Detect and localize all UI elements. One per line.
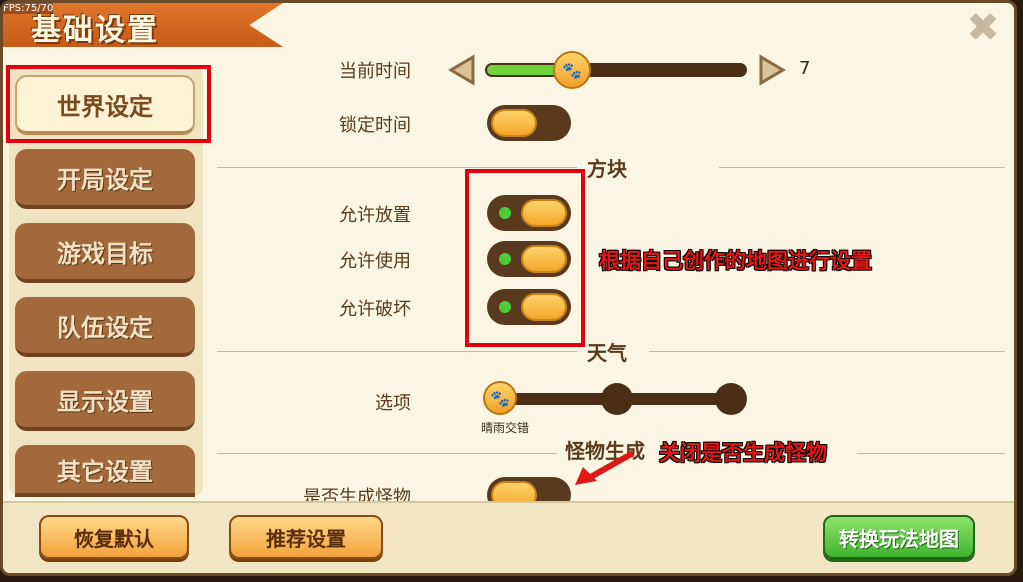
sidebar-item-start-settings[interactable]: 开局设定 — [15, 149, 195, 209]
close-button[interactable]: ✖ — [966, 5, 1000, 51]
section-title-blocks: 方块 — [587, 157, 627, 181]
weather-option-label: 选项 — [375, 393, 411, 414]
weather-stop[interactable] — [601, 383, 633, 415]
divider — [649, 351, 1005, 352]
sidebar-item-other-settings[interactable]: 其它设置 — [15, 445, 195, 497]
lock-time-label: 锁定时间 — [339, 115, 411, 136]
divider — [857, 453, 1005, 454]
annotation-monster-note: 关闭是否生成怪物 — [659, 441, 827, 465]
divider — [719, 167, 1005, 168]
paw-icon: 🐾 — [490, 388, 510, 408]
toggle-knob — [491, 109, 537, 137]
time-slider-handle[interactable]: 🐾 — [553, 51, 591, 89]
divider — [217, 351, 577, 352]
divider — [217, 167, 577, 168]
annotation-arrow-icon — [575, 450, 635, 485]
section-title-weather: 天气 — [587, 341, 627, 365]
allow-use-label: 允许使用 — [339, 251, 411, 272]
fps-counter: FPS:75/70 — [3, 3, 54, 14]
time-slider-fill — [487, 65, 559, 75]
allow-place-label: 允许放置 — [339, 205, 411, 226]
sidebar-item-display-settings[interactable]: 显示设置 — [15, 371, 195, 431]
allow-break-label: 允许破坏 — [339, 299, 411, 320]
paw-icon: 🐾 — [562, 60, 582, 80]
settings-panel: 基础设置 FPS:75/70 ✖ 世界设定 开局设定 游戏目标 队伍设定 显示设… — [0, 0, 1017, 576]
weather-slider-handle[interactable]: 🐾 — [483, 381, 517, 415]
slider-right-arrow-icon[interactable] — [757, 53, 787, 87]
highlight-box-blocks — [465, 169, 585, 347]
switch-map-button[interactable]: 转换玩法地图 — [823, 515, 975, 559]
lock-time-toggle[interactable] — [487, 105, 571, 141]
annotation-blocks-note: 根据自己创作的地图进行设置 — [599, 249, 872, 273]
close-icon: ✖ — [966, 5, 1000, 51]
current-time-label: 当前时间 — [339, 61, 411, 82]
weather-stop[interactable] — [715, 383, 747, 415]
sidebar-item-game-goal[interactable]: 游戏目标 — [15, 223, 195, 283]
weather-selected-value: 晴雨交错 — [481, 421, 530, 435]
time-value: 7 — [799, 58, 811, 79]
reset-default-button[interactable]: 恢复默认 — [39, 515, 189, 559]
slider-left-arrow-icon[interactable] — [447, 53, 477, 87]
recommended-settings-button[interactable]: 推荐设置 — [229, 515, 383, 559]
highlight-box-sidebar — [6, 65, 211, 143]
sidebar-item-team-settings[interactable]: 队伍设定 — [15, 297, 195, 357]
divider — [217, 453, 557, 454]
